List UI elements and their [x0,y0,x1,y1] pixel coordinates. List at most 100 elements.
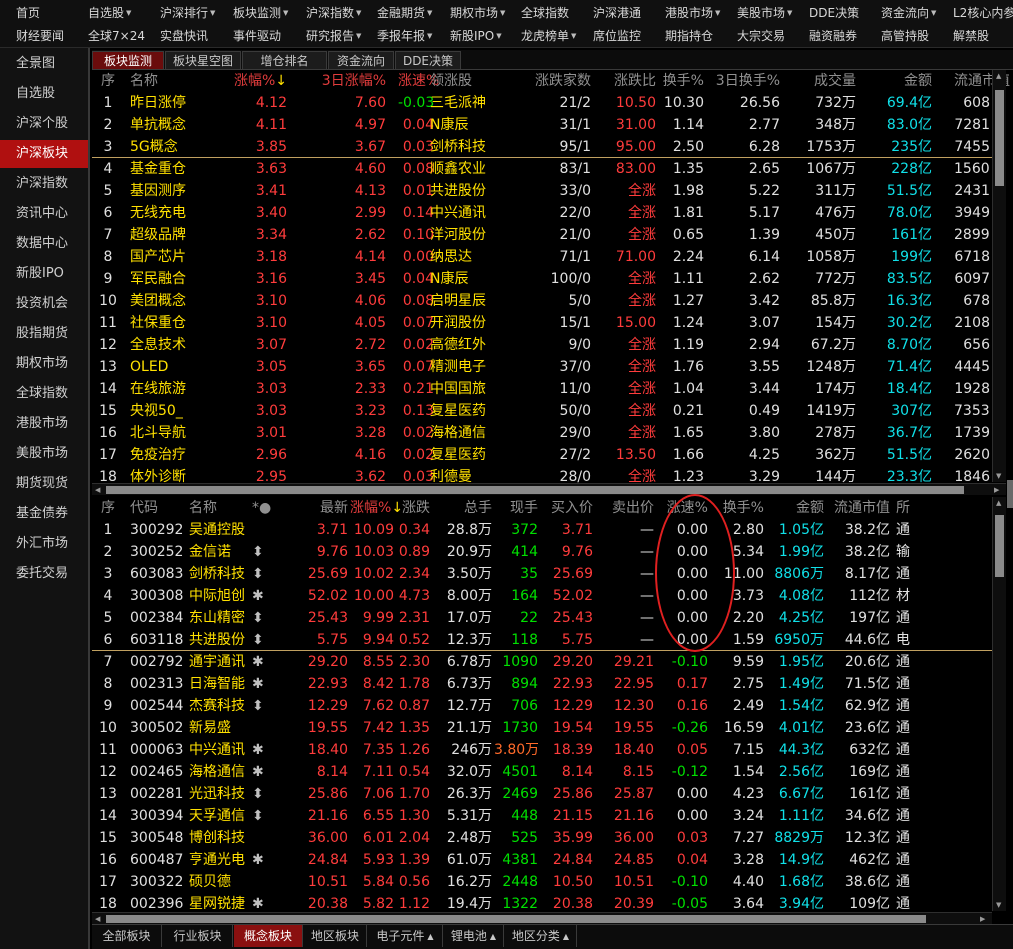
sidebar-item[interactable]: 委托交易 [0,560,88,588]
horizontal-scroll-thumb[interactable] [106,915,926,923]
menu-item[interactable]: DDE决策 [809,5,859,21]
upper-table-vertical-scrollbar[interactable]: ▲ ▼ [992,70,1006,482]
menu-item[interactable]: 全球指数 [521,5,569,21]
menu-item[interactable]: 事件驱动 [233,28,281,44]
sidebar-item[interactable]: 外汇市场 [0,530,88,558]
tab[interactable]: DDE决策 [395,51,461,69]
sidebar-item[interactable]: 新股IPO [0,260,88,288]
menu-item[interactable]: 解禁股 [953,28,989,44]
sidebar-item[interactable]: 港股市场 [0,410,88,438]
column-header[interactable]: 成交量 [792,70,856,92]
scroll-right-arrow-icon[interactable]: ▶ [980,915,985,923]
table-row[interactable]: 16 600487 亨通光电 ✱ 24.84 5.93 1.39 61.0万 4381 24.84… [92,849,992,871]
menu-item[interactable]: 期权市场 ▼ [450,5,505,21]
column-header[interactable]: 领涨股 [430,70,512,92]
tab[interactable]: 资金流向 [328,51,394,69]
column-header[interactable]: 流通市值 [828,497,890,519]
menu-item[interactable]: 美股市场 ▼ [737,5,792,21]
table-row[interactable]: 12 全息技术 3.07 2.72 0.02 高德红外 9/0 全涨 1.19 2.94 67.2万… [92,334,992,356]
table-row[interactable]: 11 社保重仓 3.10 4.05 0.07 开润股份 15/1 15.00 1.24 3.07 1… [92,312,992,334]
column-header[interactable]: 所 [896,497,916,519]
table-row[interactable]: 7 超级品牌 3.34 2.62 0.10 洋河股份 21/0 全涨 0.65 1.39 450万 1… [92,224,992,246]
table-row[interactable]: 15 央视50_ 3.03 3.23 0.13 复星医药 50/0 全涨 0.21 0.49 141… [92,400,992,422]
menu-item[interactable]: 资金流向 ▼ [881,5,936,21]
sidebar-item[interactable]: 全球指数 [0,380,88,408]
sidebar-item[interactable]: 自选股 [0,80,88,108]
bottom-tab[interactable]: 行业板块 [163,925,233,947]
upper-table-horizontal-scrollbar[interactable]: ◀ ▶ [92,483,1006,495]
table-row[interactable]: 4 基金重仓 3.63 4.60 0.08 顺鑫农业 83/1 83.00 1.35 2.65 10… [92,158,992,180]
menu-item[interactable]: 财经要闻 [16,28,64,44]
sidebar-item[interactable]: 投资机会 [0,290,88,318]
menu-item[interactable]: 自选股 ▼ [88,5,131,21]
table-row[interactable]: 13 002281 光迅科技 ⬍ 25.86 7.06 1.70 26.3万 2469 25.86… [92,783,992,805]
column-header[interactable]: 现手 [494,497,538,519]
column-header[interactable]: 金额 [772,497,824,519]
scroll-left-arrow-icon[interactable]: ◀ [95,486,100,494]
table-row[interactable]: 5 002384 东山精密 ⬍ 25.43 9.99 2.31 17.0万 22 25.43—0.… [92,607,992,629]
column-header[interactable]: 代码 [130,497,186,519]
menu-item[interactable]: 期指持仓 [665,28,713,44]
sidebar-item[interactable]: 股指期货 [0,320,88,348]
table-row[interactable]: 2 单抗概念 4.11 4.97 0.04 N康辰 31/1 31.00 1.14 2.77 348… [92,114,992,136]
menu-item[interactable]: 港股市场 ▼ [665,5,720,21]
table-row[interactable]: 6 603118 共进股份 ⬍ 5.75 9.94 0.52 12.3万 118 5.75—0.0… [92,629,992,651]
tab[interactable]: 板块星空图 [165,51,241,69]
sidebar-item[interactable]: 沪深板块 [0,140,88,168]
column-header[interactable]: 序 [96,497,120,519]
column-header[interactable]: 最新 [302,497,348,519]
table-row[interactable]: 18 体外诊断 2.95 3.62 0.03 利德曼 28/0 全涨 1.23 3.29 144万 2… [92,466,992,484]
table-row[interactable]: 9 002544 杰赛科技 ⬍ 12.29 7.62 0.87 12.7万 706 12.29 12… [92,695,992,717]
table-row[interactable]: 15 300548 博创科技 36.00 6.01 2.04 2.48万 525 35.99 36… [92,827,992,849]
table-row[interactable]: 4 300308 中际旭创 ✱ 52.02 10.00 4.73 8.00万 164 52.02 —… [92,585,992,607]
scroll-thumb[interactable] [995,515,1004,577]
table-row[interactable]: 12 002465 海格通信 ✱ 8.14 7.11 0.54 32.0万 4501 8.14 8.… [92,761,992,783]
column-header[interactable]: 买入价 [543,497,593,519]
menu-item[interactable]: 席位监控 [593,28,641,44]
column-header[interactable]: 序 [96,70,120,92]
table-row[interactable]: 5 基因测序 3.41 4.13 0.01 共进股份 33/0 全涨 1.98 5.22 311万 5… [92,180,992,202]
table-row[interactable]: 17 300322 硕贝德 10.51 5.84 0.56 16.2万 2448 10.50 10… [92,871,992,893]
table-row[interactable]: 1 昨日涨停 4.12 7.60 -0.03 三毛派神 21/2 10.50 10.30 26.5… [92,92,992,114]
bottom-tab[interactable]: 概念板块 [234,925,303,947]
menu-item[interactable]: 实盘快讯 [160,28,208,44]
table-row[interactable]: 14 在线旅游 3.03 2.33 0.21 中国国旅 11/0 全涨 1.04 3.44 174万… [92,378,992,400]
lower-table-horizontal-scrollbar[interactable]: ◀ ▶ [92,912,992,924]
column-header[interactable]: *● [252,497,282,519]
menu-item[interactable]: 龙虎榜单 ▼ [521,28,576,44]
sidebar-item[interactable]: 基金债券 [0,500,88,528]
scroll-down-arrow-icon[interactable]: ▼ [996,472,1001,480]
column-header[interactable]: 换手% [658,70,704,92]
table-row[interactable]: 10 美团概念 3.10 4.06 0.08 启明星辰 5/0 全涨 1.27 3.42 85.8万… [92,290,992,312]
scroll-down-arrow-icon[interactable]: ▼ [996,901,1001,909]
menu-item[interactable]: 大宗交易 [737,28,785,44]
tab[interactable]: 板块监测 [92,51,164,69]
scroll-right-arrow-icon[interactable]: ▶ [994,486,999,494]
column-header[interactable]: 涨跌家数 [515,70,591,92]
panel-resize-grip[interactable] [1007,480,1013,508]
bottom-tab[interactable]: 全部板块 [92,925,162,947]
table-row[interactable]: 16 北斗导航 3.01 3.28 0.02 海格通信 29/0 全涨 1.65 3.80 278万… [92,422,992,444]
sidebar-item[interactable]: 沪深个股 [0,110,88,138]
column-header[interactable]: 涨幅%↓ [350,497,403,519]
sidebar-item[interactable]: 沪深指数 [0,170,88,198]
table-row[interactable]: 9 军民融合 3.16 3.45 0.04 N康辰 100/0 全涨 1.11 2.62 772万 8… [92,268,992,290]
column-header[interactable]: 涨跌比 [606,70,656,92]
table-row[interactable]: 13 OLED 3.05 3.65 0.07 精测电子 37/0 全涨 1.76 3.55 1248… [92,356,992,378]
table-row[interactable]: 1 300292 吴通控股 3.71 10.09 0.34 28.8万 372 3.71—0.0… [92,519,992,541]
tab[interactable]: 增仓排名 [242,51,327,69]
table-row[interactable]: 11 000063 中兴通讯 ✱ 18.40 7.35 1.26 246万 3.80万 18.39… [92,739,992,761]
table-row[interactable]: 18 002396 星网锐捷 ✱ 20.38 5.82 1.12 19.4万 1322 20.38… [92,893,992,913]
menu-item[interactable]: 沪深港通 [593,5,641,21]
menu-item[interactable]: 板块监测 ▼ [233,5,288,21]
bottom-tab[interactable]: 电子元件 ▲ [368,925,443,947]
menu-item[interactable]: 新股IPO ▼ [450,28,502,44]
sidebar-item[interactable]: 数据中心 [0,230,88,258]
column-header[interactable]: 涨幅%↓ [232,70,287,92]
column-header[interactable]: 总手 [442,497,492,519]
table-row[interactable]: 3 603083 剑桥科技 ⬍ 25.69 10.02 2.34 3.50万 35 25.69—0… [92,563,992,585]
column-header[interactable]: 名称 [130,70,220,92]
column-header[interactable]: 名称 [189,497,252,519]
table-row[interactable]: 6 无线充电 3.40 2.99 0.14 中兴通讯 22/0 全涨 1.81 5.17 476万 7… [92,202,992,224]
menu-item[interactable]: 首页 [16,5,40,21]
